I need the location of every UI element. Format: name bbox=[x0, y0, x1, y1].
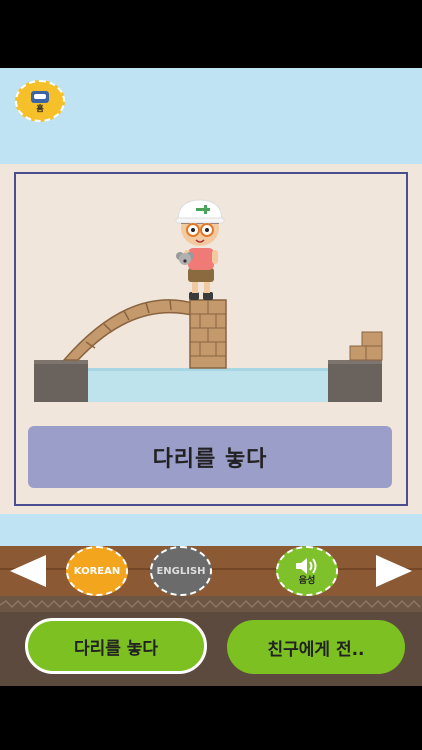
korean-language-button[interactable]: KOREAN bbox=[66, 546, 128, 596]
brick-steps bbox=[349, 331, 383, 361]
voice-button[interactable]: 음성 bbox=[276, 546, 338, 596]
english-language-button[interactable]: ENGLISH bbox=[150, 546, 212, 596]
share-with-friend-button[interactable]: 친구에게 전.. bbox=[227, 620, 405, 674]
home-label: 홈 bbox=[36, 103, 44, 113]
header-sky bbox=[0, 68, 422, 164]
speaker-icon bbox=[296, 557, 317, 574]
home-button[interactable]: 홈 bbox=[15, 80, 65, 122]
word-caption: 다리를 놓다 bbox=[152, 447, 268, 472]
footer-sky bbox=[0, 514, 422, 546]
phrase-button[interactable]: 다리를 놓다 bbox=[25, 618, 207, 674]
bottom-black-area bbox=[0, 686, 422, 750]
tv-icon bbox=[31, 90, 49, 103]
next-arrow-button[interactable] bbox=[376, 555, 412, 587]
bridge-arch bbox=[62, 299, 197, 361]
boy-character bbox=[175, 199, 225, 300]
brick-pillar bbox=[189, 299, 227, 369]
previous-arrow-button[interactable] bbox=[10, 555, 46, 587]
word-caption-box: 다리를 놓다 bbox=[28, 426, 392, 488]
water bbox=[86, 368, 330, 402]
voice-label: 음성 bbox=[298, 575, 316, 586]
bridge-illustration bbox=[34, 199, 383, 402]
left-bank-block bbox=[34, 360, 88, 402]
right-bank-block bbox=[328, 360, 382, 402]
status-bar-area bbox=[0, 0, 422, 68]
